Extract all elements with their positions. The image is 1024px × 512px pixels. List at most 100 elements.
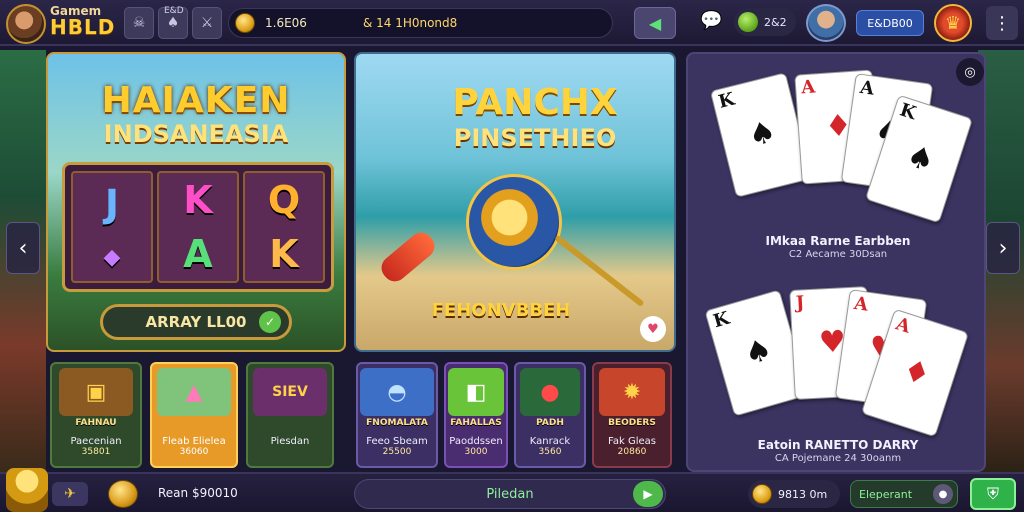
username-button[interactable]: E&DB00 <box>856 10 924 36</box>
card-rank: A <box>852 292 870 316</box>
reel-symbol: J <box>104 182 120 226</box>
tile-name: Fleab Elielea <box>162 436 226 447</box>
reel-symbol: Q <box>267 178 301 222</box>
game-tile[interactable]: ▣ FAHNAU Paecenian 35801 <box>50 362 142 468</box>
more-menu-icon[interactable]: ⋮ <box>986 6 1018 40</box>
ticket-icon: ◧ <box>448 368 504 416</box>
shield-chat-button[interactable]: ⛨ <box>970 478 1016 510</box>
reel-1: J ◆ <box>71 171 153 283</box>
slots-title: HAIAKEN <box>101 80 291 121</box>
favorite-heart-icon[interactable]: ♥ <box>640 316 666 342</box>
fish-title: PANCHX <box>452 82 618 123</box>
card-rank: J <box>795 292 805 314</box>
bottom-coin-value: 9813 0m <box>778 487 828 501</box>
game-tile[interactable]: ● PADH Kanrack 3560 <box>514 362 586 468</box>
center-action-bar[interactable]: Piledan ▶ <box>354 479 666 509</box>
sign-icon: SIEV <box>253 368 327 416</box>
card-rank: K <box>897 99 919 125</box>
card-rank: A <box>893 313 913 338</box>
tile-value: 20860 <box>617 447 647 457</box>
card-suit: ♠ <box>745 113 780 155</box>
reel-3: Q K <box>243 171 325 283</box>
reel-symbol: A <box>183 232 213 276</box>
card-suit: ♦ <box>898 352 935 394</box>
deposit-label: Eleperant <box>859 487 913 501</box>
game-tile[interactable]: SIEV Piesdan <box>246 362 334 468</box>
game-tile[interactable]: ✹ BEODERS Fak Gleas 20860 <box>592 362 672 468</box>
slots-play-button[interactable]: ARRAY LL00 ✓ <box>100 304 292 340</box>
card-games-panel[interactable]: ◎ K ♠ A ♦ A ♠ K ♠ IMkaa Rarne Earbben C2… <box>686 52 986 472</box>
card-suit: ♠ <box>902 138 939 180</box>
coin-icon <box>235 13 255 33</box>
fish-subtitle: PINSETHIEO <box>453 124 617 152</box>
back-arrow-button[interactable]: ◀ <box>634 7 676 39</box>
card-rank: K <box>716 88 737 113</box>
tile-name: Paecenian <box>70 436 122 447</box>
gem-counter[interactable]: 2&2 <box>734 8 796 36</box>
card-game-caption-2: Eatoin RANETTO DARRY CA Pojemane 24 30oa… <box>688 438 988 466</box>
coins-value: 1.6E06 <box>265 16 307 30</box>
chat-bubble-icon[interactable]: 💬 <box>700 10 722 31</box>
rank-badge-icon[interactable]: ♛ <box>934 4 972 42</box>
card-rank: A <box>858 76 876 100</box>
fish-banner: FEHONVBBEH <box>431 300 571 321</box>
fishing-reel-icon <box>466 174 562 270</box>
tile-name: Kanrack <box>529 436 571 447</box>
caption-subtitle: C2 Aecame 30Dsan <box>788 249 888 260</box>
carousel-prev-button[interactable]: ‹ <box>6 222 40 274</box>
tile-name: Fak Gleas <box>608 436 656 447</box>
gems-value: 2&2 <box>764 15 787 29</box>
tile-value: 3560 <box>538 447 562 457</box>
carousel-next-button[interactable]: › <box>986 222 1020 274</box>
game-tile[interactable]: ◧ FAHALLAS Paoddssen 3000 <box>444 362 508 468</box>
wings-icon[interactable]: ✈ <box>52 482 88 506</box>
slot-reels: J ◆ K A Q K <box>62 162 334 292</box>
balance-text: Rean $90010 <box>158 486 238 500</box>
tile-tag: FNOMALATA <box>366 418 428 428</box>
tile-tag: FAHALLAS <box>450 418 502 428</box>
tile-tag: BEODERS <box>608 418 656 428</box>
tile-value: 36060 <box>179 447 209 457</box>
play-arrow-icon[interactable]: ▶ <box>633 481 663 507</box>
card-game-caption-1: IMkaa Rarne Earbben C2 Aecame 30Dsan <box>688 234 988 262</box>
logo-avatar <box>6 4 46 44</box>
card-rank: K <box>710 307 732 333</box>
coins-secondary: & 14 1H0nond8 <box>362 16 458 30</box>
card-suit: ♠ <box>740 331 777 373</box>
reel-symbol: K <box>269 232 299 276</box>
coin-icon <box>108 480 138 508</box>
reel-symbol: K <box>183 178 213 222</box>
tile-name: Piesdan <box>270 436 310 447</box>
settings-ring-icon[interactable]: ◎ <box>956 58 984 86</box>
coin-icon <box>752 484 772 504</box>
center-label: Piledan <box>486 486 534 502</box>
slots-button-label: ARRAY LL00 <box>145 313 247 331</box>
caption-title: Eatoin RANETTO DARRY <box>757 438 919 452</box>
top-bar: Gamem HBLD ☠ ♠ ⚔ E&D 1.6E06 & 14 1H0nond… <box>0 0 1024 46</box>
fighter-icon[interactable]: ⚔ <box>192 7 222 39</box>
user-avatar[interactable] <box>806 4 846 42</box>
tile-tag: FAHNAU <box>75 418 117 428</box>
logo: Gamem HBLD <box>50 5 115 37</box>
skull-icon[interactable]: ☠ <box>124 7 154 39</box>
caption-subtitle: CA Pojemane 24 30oanm <box>774 453 902 464</box>
tile-tag: PADH <box>536 418 564 428</box>
mini-label: E&D <box>164 6 184 16</box>
apple-icon: ● <box>520 368 580 416</box>
fishing-game-panel[interactable]: PANCHX PINSETHIEO FEHONVBBEH ♥ <box>354 52 676 352</box>
bottom-bar: ✈ Rean $90010 Piledan ▶ 9813 0m Eleperan… <box>0 468 1024 512</box>
treasure-chest-icon: ▣ <box>59 368 133 416</box>
coin-balance-bar[interactable]: 1.6E06 & 14 1H0nond8 <box>228 8 613 38</box>
coin-stack-icon <box>6 468 48 512</box>
bottom-coin-counter[interactable]: 9813 0m <box>748 480 840 508</box>
bell-icon: ▲ <box>157 368 231 416</box>
tile-name: Feeo Sbeam <box>366 436 428 447</box>
tile-value: 3000 <box>464 447 488 457</box>
info-icon: ● <box>933 484 953 504</box>
slots-game-panel[interactable]: HAIAKEN INDSANEASIA J ◆ K A Q K ARRAY LL… <box>46 52 346 352</box>
tile-name: Paoddssen <box>449 436 503 447</box>
game-tile[interactable]: ◓ FNOMALATA Feeo Sbeam 25500 <box>356 362 438 468</box>
game-tile[interactable]: ▲ Fleab Elielea 36060 <box>150 362 238 468</box>
checkmark-icon: ✓ <box>259 311 281 333</box>
deposit-button[interactable]: Eleperant ● <box>850 480 958 508</box>
